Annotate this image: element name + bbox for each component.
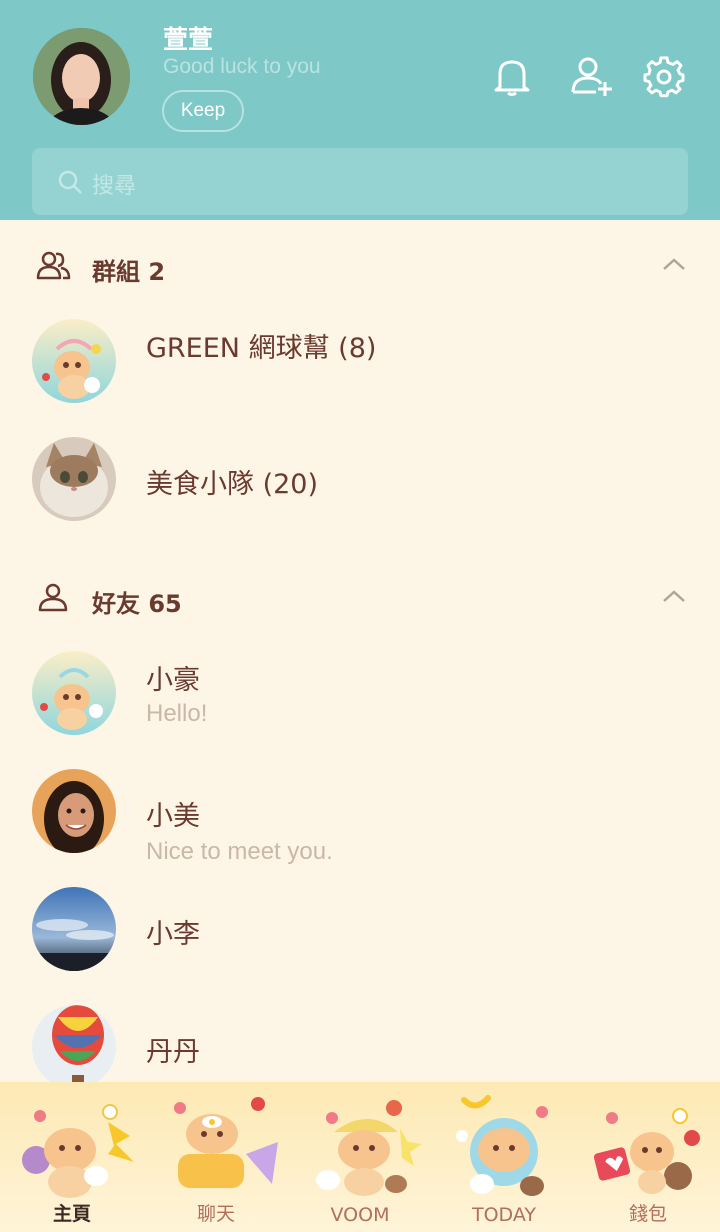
friend-name: 丹丹 xyxy=(146,1037,200,1068)
search-icon xyxy=(56,168,84,196)
friend-avatar xyxy=(32,769,116,853)
bell-icon[interactable] xyxy=(490,54,534,98)
friend-row[interactable]: 小美 Nice to meet you. xyxy=(0,756,720,866)
friend-icon xyxy=(36,582,72,614)
friend-name: 小豪 xyxy=(146,665,200,696)
friend-name: 小李 xyxy=(146,919,200,950)
chevron-up-icon[interactable] xyxy=(660,586,688,606)
groups-section-header[interactable]: 群組 2 xyxy=(0,236,720,296)
group-icon xyxy=(36,250,72,282)
friend-status-message: Nice to meet you. xyxy=(146,838,333,865)
group-name: 美食小隊 (20) xyxy=(146,469,319,500)
nav-home-label: 主頁 xyxy=(52,1203,91,1225)
nav-today[interactable]: TODAY xyxy=(432,1082,576,1232)
profile-status-message: Good luck to you xyxy=(163,55,321,78)
search-input[interactable]: 搜尋 xyxy=(32,148,688,215)
add-friend-icon[interactable] xyxy=(570,54,614,98)
nav-home[interactable]: 主頁 xyxy=(0,1082,144,1232)
nav-voom[interactable]: VOOM xyxy=(288,1082,432,1232)
friend-name: 小美 xyxy=(146,801,200,832)
group-name: GREEN 網球幫 (8) xyxy=(146,333,377,364)
chevron-up-icon[interactable] xyxy=(660,254,688,274)
friends-section-header[interactable]: 好友 65 xyxy=(0,568,720,628)
bear-sticker-icon xyxy=(22,1104,134,1198)
search-placeholder: 搜尋 xyxy=(92,174,137,199)
group-row[interactable]: 美食小隊 (20) xyxy=(0,424,720,534)
nav-wallet[interactable]: 錢包 xyxy=(576,1082,720,1232)
group-avatar xyxy=(32,437,116,521)
group-avatar xyxy=(32,319,116,403)
friend-row[interactable]: 小豪 Hello! xyxy=(0,638,720,748)
friend-status-message: Hello! xyxy=(146,700,208,727)
nav-chat[interactable]: 聊天 xyxy=(144,1082,288,1232)
bear-sticker-icon xyxy=(174,1097,278,1188)
profile-avatar[interactable] xyxy=(33,28,130,125)
gear-icon[interactable] xyxy=(642,54,686,98)
keep-button[interactable]: Keep xyxy=(162,90,244,132)
friend-avatar xyxy=(32,1005,116,1089)
friend-avatar xyxy=(32,651,116,735)
nav-today-label: TODAY xyxy=(472,1204,536,1226)
profile-name: 萱萱 xyxy=(163,25,214,54)
groups-section-title: 群組 2 xyxy=(92,258,166,286)
bear-sticker-icon xyxy=(593,1108,700,1194)
bear-sticker-icon xyxy=(316,1100,422,1196)
nav-chat-label: 聊天 xyxy=(196,1203,235,1225)
bottom-navigation: 主頁 聊天 VOOM TODAY 錢包 xyxy=(0,1082,720,1232)
friend-row[interactable]: 小李 xyxy=(0,874,720,984)
profile-header: 萱萱 Good luck to you Keep 搜尋 xyxy=(0,0,720,220)
friend-avatar xyxy=(32,887,116,971)
nav-voom-label: VOOM xyxy=(330,1204,390,1226)
bear-sticker-icon xyxy=(456,1095,548,1196)
friends-section-title: 好友 65 xyxy=(92,590,182,618)
nav-wallet-label: 錢包 xyxy=(628,1203,667,1225)
group-row[interactable]: GREEN 網球幫 (8) xyxy=(0,306,720,416)
